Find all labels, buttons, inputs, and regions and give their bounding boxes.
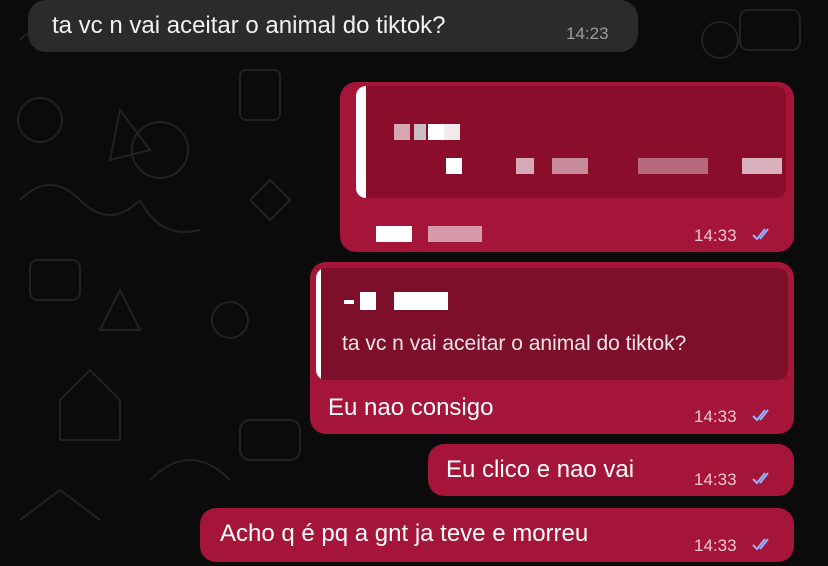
message-incoming[interactable]: ta vc n vai aceitar o animal do tiktok? … bbox=[28, 0, 638, 52]
message-time: 14:23 bbox=[566, 24, 609, 43]
double-check-icon bbox=[752, 409, 769, 422]
message-outgoing-redacted[interactable]: 14:33 bbox=[340, 82, 794, 252]
redacted-block bbox=[516, 158, 534, 174]
message-time: 14:33 bbox=[694, 470, 737, 489]
message-outgoing-reply[interactable]: ta vc n vai aceitar o animal do tiktok? … bbox=[310, 262, 794, 434]
redacted-sender-block bbox=[394, 292, 448, 310]
message-time: 14:33 bbox=[694, 226, 737, 245]
redacted-block bbox=[414, 124, 426, 140]
reply-quote[interactable]: ta vc n vai aceitar o animal do tiktok? bbox=[316, 268, 788, 380]
redacted-block bbox=[742, 158, 782, 174]
double-check-icon bbox=[752, 228, 769, 241]
reply-quote[interactable] bbox=[356, 86, 786, 198]
double-check-icon bbox=[752, 538, 769, 551]
redacted-sender-block bbox=[344, 300, 354, 304]
message-text: Eu nao consigo bbox=[328, 394, 494, 421]
redacted-block bbox=[444, 124, 460, 140]
message-text: Eu clico e nao vai bbox=[446, 456, 635, 483]
message-outgoing[interactable]: Eu clico e nao vai 14:33 bbox=[428, 444, 794, 496]
message-text: ta vc n vai aceitar o animal do tiktok? bbox=[52, 12, 446, 39]
reply-quote-text: ta vc n vai aceitar o animal do tiktok? bbox=[342, 332, 687, 355]
redacted-sender-block bbox=[360, 292, 376, 310]
double-check-icon bbox=[752, 472, 769, 485]
message-time: 14:33 bbox=[694, 407, 737, 426]
redacted-block bbox=[552, 158, 588, 174]
redacted-block bbox=[446, 158, 462, 174]
redacted-block bbox=[394, 124, 410, 140]
redacted-block bbox=[638, 158, 708, 174]
redacted-block bbox=[428, 226, 482, 242]
reply-quote-bar bbox=[316, 268, 321, 380]
reply-quote-bar bbox=[356, 86, 366, 198]
message-time: 14:33 bbox=[694, 536, 737, 555]
message-text: Acho q é pq a gnt ja teve e morreu bbox=[220, 520, 589, 547]
message-outgoing[interactable]: Acho q é pq a gnt ja teve e morreu 14:33 bbox=[200, 508, 794, 562]
redacted-block bbox=[376, 226, 412, 242]
